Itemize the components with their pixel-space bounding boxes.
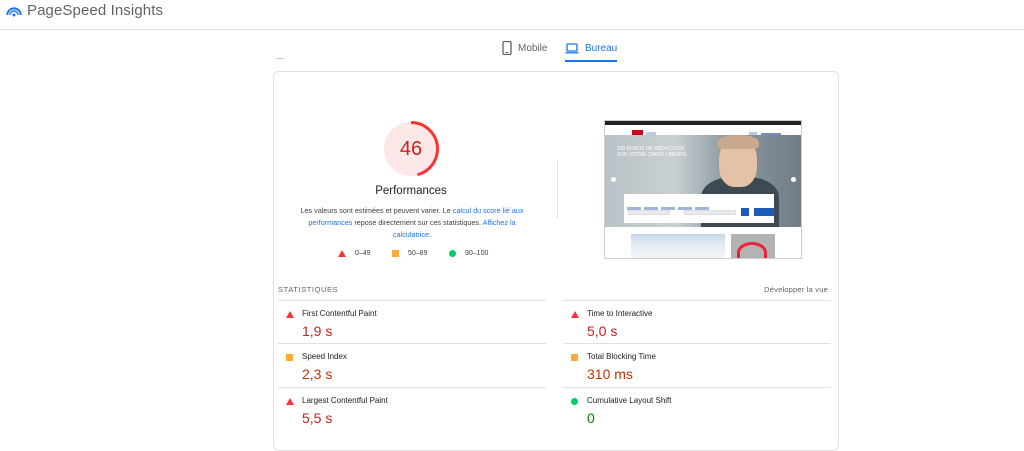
thumb-form-tabs — [627, 197, 727, 210]
top-bar: PageSpeed Insights — [0, 0, 1024, 30]
square-icon — [571, 354, 578, 361]
metric-largest-contentful-paint: Largest Contentful Paint 5,5 s — [278, 387, 546, 431]
legend-average: 50–89 — [392, 250, 427, 257]
square-icon — [392, 250, 399, 257]
metric-value: 2,3 s — [302, 366, 333, 382]
desc-text: . — [428, 230, 431, 239]
performance-description: Les valeurs sont estimées et peuvent var… — [296, 205, 528, 241]
metric-name: Time to Interactive — [587, 309, 653, 318]
metric-name: Total Blocking Time — [587, 352, 656, 361]
metric-total-blocking-time: Total Blocking Time 310 ms — [563, 343, 831, 387]
desc-text: repose directement sur ces statistiques. — [352, 218, 483, 227]
thumb-search-form — [624, 194, 774, 223]
metric-value: 5,5 s — [302, 410, 333, 426]
metric-name: Largest Contentful Paint — [302, 396, 388, 405]
divider — [276, 58, 284, 59]
divider — [557, 160, 558, 218]
square-icon — [286, 354, 293, 361]
tab-mobile-label: Mobile — [518, 42, 548, 54]
metric-first-contentful-paint: First Contentful Paint 1,9 s — [278, 300, 546, 344]
tab-desktop[interactable]: Bureau — [565, 36, 618, 62]
thumb-card-image — [731, 234, 775, 258]
legend-pass: 90–100 — [449, 250, 488, 257]
metric-name: Speed Index — [302, 352, 347, 361]
app-title: PageSpeed Insights — [27, 2, 164, 19]
triangle-icon — [286, 398, 294, 405]
metric-cumulative-layout-shift: Cumulative Layout Shift 0 — [563, 387, 831, 431]
metric-value: 310 ms — [587, 366, 633, 382]
metric-value: 5,0 s — [587, 323, 618, 339]
report-card: 46 Performances Les valeurs sont estimée… — [273, 71, 839, 451]
thumb-person-hair — [717, 135, 759, 149]
legend-range: 50–89 — [408, 250, 428, 257]
metric-name: Cumulative Layout Shift — [587, 396, 672, 405]
tab-desktop-label: Bureau — [585, 42, 618, 54]
metric-value: 1,9 s — [302, 323, 333, 339]
laptop-icon — [565, 42, 579, 53]
thumb-input — [684, 210, 736, 215]
thumb-prev-icon — [611, 177, 616, 182]
phone-icon — [502, 41, 512, 55]
tab-mobile[interactable]: Mobile — [502, 36, 547, 60]
metric-name: First Contentful Paint — [302, 309, 377, 318]
triangle-icon — [571, 311, 579, 318]
thumb-next-icon — [791, 177, 796, 182]
legend-fail: 0–49 — [338, 250, 371, 257]
thumb-button — [741, 208, 749, 216]
page-screenshot: 100 EUROS DE RÉDUCTION SUR VOTRE CARTE L… — [604, 120, 802, 259]
circle-icon — [449, 250, 456, 257]
desc-text: Les valeurs sont estimées et peuvent var… — [300, 206, 453, 215]
circle-icon — [571, 398, 578, 405]
pagespeed-logo-icon — [6, 6, 22, 16]
thumb-nav — [605, 125, 801, 136]
expand-view-button[interactable]: Développer la vue — [764, 285, 828, 294]
triangle-icon — [286, 311, 294, 318]
metric-time-to-interactive: Time to Interactive 5,0 s — [563, 300, 831, 344]
thumb-hero-text: 100 EUROS DE RÉDUCTION SUR VOTRE CARTE L… — [617, 146, 687, 158]
stats-heading: STATISTIQUES — [278, 285, 339, 294]
thumb-input — [628, 210, 670, 215]
triangle-icon — [338, 250, 346, 257]
legend-range: 90–100 — [465, 250, 489, 257]
thumb-card-image — [631, 234, 725, 258]
performance-score: 46 — [399, 138, 423, 160]
metric-speed-index: Speed Index 2,3 s — [278, 343, 546, 387]
thumb-search-button — [754, 208, 774, 216]
device-tabs: Mobile Bureau — [0, 30, 1024, 62]
performance-title: Performances — [375, 185, 447, 197]
legend-range: 0–49 — [355, 250, 371, 257]
metric-value: 0 — [587, 410, 595, 426]
app-logo[interactable]: PageSpeed Insights — [6, 2, 163, 19]
